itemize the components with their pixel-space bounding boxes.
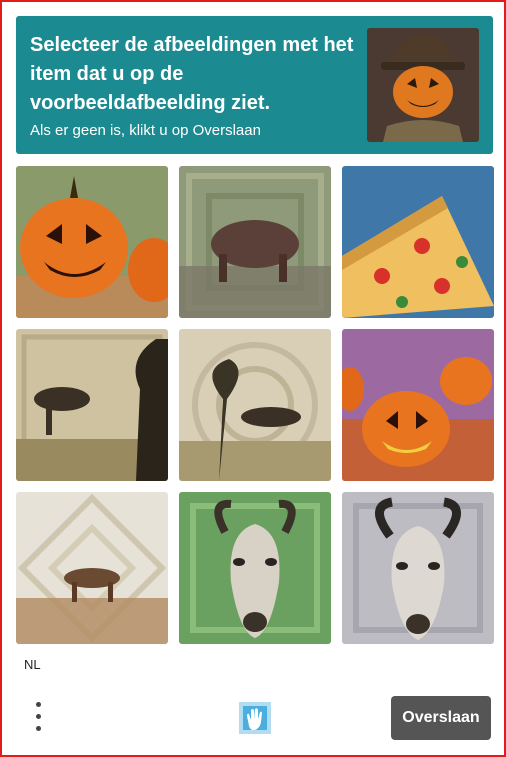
- image-tile-1[interactable]: [16, 166, 168, 318]
- image-tile-4[interactable]: [16, 329, 168, 481]
- image-tile-2[interactable]: [179, 166, 331, 318]
- prompt-title: Selecteer de afbeeldingen met het item d…: [30, 34, 354, 114]
- more-vertical-icon[interactable]: [30, 700, 48, 736]
- sample-image: [367, 28, 479, 142]
- prompt-subtitle: Als er geen is, klikt u op Overslaan: [30, 122, 261, 139]
- image-grid: [16, 166, 494, 644]
- image-tile-3[interactable]: [342, 166, 494, 318]
- hand-logo-icon[interactable]: [233, 700, 277, 736]
- image-tile-5[interactable]: [179, 329, 331, 481]
- prompt-header: Selecteer de afbeeldingen met het item d…: [16, 16, 493, 154]
- captcha-frame: Selecteer de afbeeldingen met het item d…: [0, 0, 506, 757]
- image-tile-7[interactable]: [16, 492, 168, 644]
- image-tile-6[interactable]: [342, 329, 494, 481]
- language-selector[interactable]: NL: [24, 657, 41, 672]
- skip-button[interactable]: Overslaan: [391, 696, 491, 740]
- image-tile-8[interactable]: [179, 492, 331, 644]
- image-tile-9[interactable]: [342, 492, 494, 644]
